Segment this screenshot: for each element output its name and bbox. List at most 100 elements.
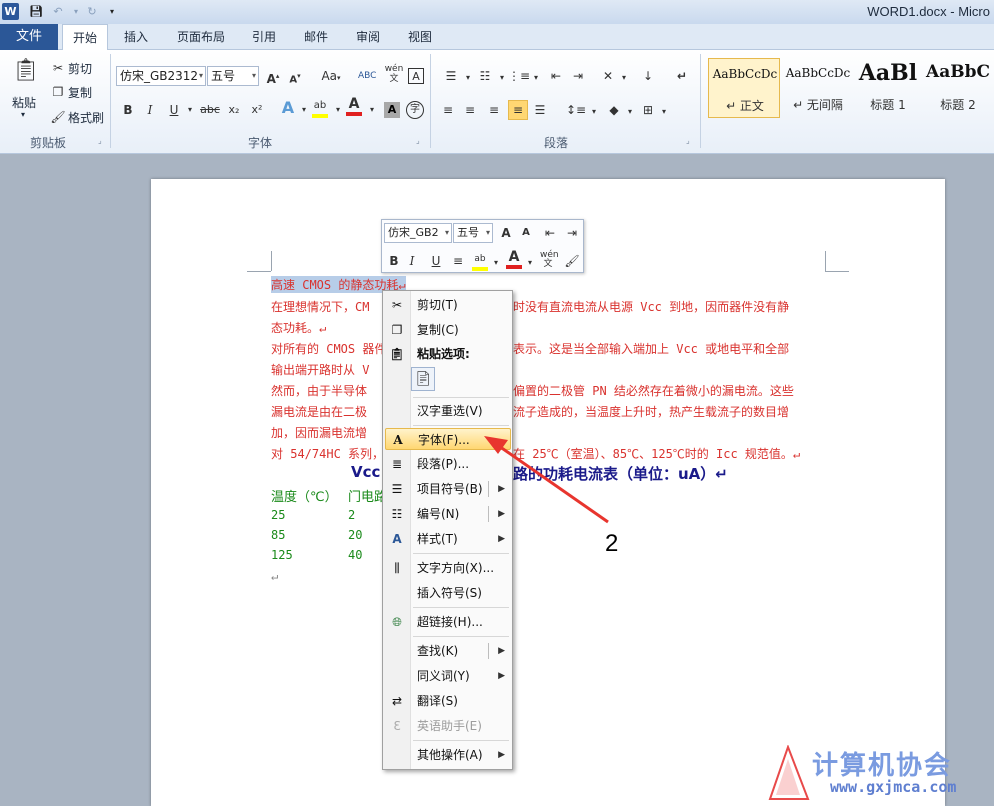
- doc-line[interactable]: 偏置的二极管 PN 结必然存在着微小的漏电流。这些: [513, 382, 794, 399]
- table-cell[interactable]: 25: [271, 508, 285, 522]
- tab-view[interactable]: 视图: [400, 24, 440, 50]
- font-size-combo[interactable]: 五号 ▾: [207, 66, 259, 86]
- mini-size-combo[interactable]: 五号 ▾: [453, 223, 493, 243]
- increase-indent-icon[interactable]: ⇥: [570, 68, 586, 84]
- menu-item-translate[interactable]: ⇄ 翻译(S): [385, 690, 511, 712]
- font-color-dropdown-icon[interactable]: ▾: [364, 102, 380, 118]
- cut-icon[interactable]: ✂: [50, 60, 66, 76]
- multilevel-list-icon[interactable]: ⋮≡: [508, 68, 530, 84]
- text-effects-icon[interactable]: A: [280, 100, 296, 116]
- doc-line[interactable]: 时没有直流电流从电源 Vcc 到地，因而器件没有静: [513, 298, 789, 315]
- format-painter-button[interactable]: 格式刷: [68, 109, 104, 126]
- undo-icon[interactable]: ↶: [50, 4, 66, 20]
- superscript-button[interactable]: x²: [249, 102, 265, 118]
- save-icon[interactable]: 💾︎: [28, 4, 44, 20]
- tab-page-layout[interactable]: 页面布局: [168, 24, 234, 50]
- paste-dropdown-icon[interactable]: ▾: [21, 110, 25, 119]
- highlight-dropdown-icon[interactable]: ▾: [330, 102, 346, 118]
- clipboard-launcher-icon[interactable]: ⌟: [98, 136, 102, 145]
- align-left-icon[interactable]: ≡: [440, 102, 456, 118]
- italic-button[interactable]: I: [142, 102, 158, 118]
- clear-formatting-icon[interactable]: ABC: [358, 68, 376, 84]
- menu-item-cut[interactable]: ✂ 剪切(T): [385, 294, 511, 316]
- style-no-spacing[interactable]: AaBbCcDc ↵ 无间隔: [782, 58, 854, 118]
- paste-icon[interactable]: 📋︎: [12, 56, 40, 86]
- menu-item-find[interactable]: 查找(K) ▶: [385, 640, 511, 662]
- tab-references[interactable]: 引用: [244, 24, 284, 50]
- style-normal[interactable]: AaBbCcDc ↵ 正文: [708, 58, 780, 118]
- table-cell[interactable]: 2: [348, 508, 355, 522]
- paste-button[interactable]: 粘贴: [12, 94, 36, 111]
- text-effects-dropdown-icon[interactable]: ▾: [296, 102, 312, 118]
- change-case-icon[interactable]: Aa▾: [318, 68, 344, 84]
- underline-dropdown-icon[interactable]: ▾: [182, 102, 198, 118]
- mini-italic-button[interactable]: I: [404, 253, 420, 269]
- style-heading-2[interactable]: AaBbC 标题 2: [922, 58, 994, 118]
- doc-line[interactable]: 表示。这是当全部输入端加上 Vcc 或地电平和全部: [513, 340, 789, 357]
- doc-line[interactable]: 然而，由于半导体: [271, 382, 367, 399]
- doc-line[interactable]: 流子造成的，当温度上升时，热产生载流子的数目增: [513, 403, 789, 420]
- mini-phonetic-icon[interactable]: wén 文: [540, 251, 559, 269]
- menu-item-copy[interactable]: ❐ 复制(C): [385, 319, 511, 341]
- character-shading-icon[interactable]: A: [384, 102, 400, 118]
- mini-decrease-indent-icon[interactable]: ⇤: [542, 225, 558, 241]
- shading-dropdown-icon[interactable]: ▾: [622, 104, 638, 120]
- justify-icon[interactable]: ≡: [508, 100, 528, 120]
- line-spacing-dropdown-icon[interactable]: ▾: [586, 104, 602, 120]
- subscript-button[interactable]: x₂: [226, 102, 242, 118]
- copy-button[interactable]: 复制: [68, 84, 92, 101]
- align-right-icon[interactable]: ≡: [486, 102, 502, 118]
- submenu-arrow-icon[interactable]: ▶: [498, 640, 505, 662]
- strikethrough-button[interactable]: abc: [198, 102, 222, 118]
- tab-review[interactable]: 审阅: [348, 24, 388, 50]
- tab-file[interactable]: 文件: [0, 24, 58, 50]
- tab-home[interactable]: 开始: [62, 24, 108, 51]
- font-size-dropdown-icon[interactable]: ▾: [252, 67, 256, 85]
- table-title-left[interactable]: Vcc: [351, 463, 380, 481]
- menu-item-styles[interactable]: A 样式(T) ▶: [385, 528, 511, 550]
- shrink-font-icon[interactable]: A▾: [287, 68, 303, 85]
- font-launcher-icon[interactable]: ⌟: [416, 136, 420, 145]
- doc-line[interactable]: 态功耗。↵: [271, 319, 326, 336]
- borders-icon[interactable]: ⊞: [640, 102, 656, 118]
- menu-item-hyperlink[interactable]: 🌐︎ 超链接(H)...: [385, 611, 511, 633]
- underline-button[interactable]: U: [166, 102, 182, 118]
- distributed-icon[interactable]: ☰: [532, 102, 548, 118]
- doc-line[interactable]: 输出端开路时从 V: [271, 361, 369, 378]
- customize-qat-icon[interactable]: ▾: [104, 4, 120, 20]
- redo-icon[interactable]: ↻: [84, 4, 100, 20]
- paragraph-launcher-icon[interactable]: ⌟: [686, 136, 690, 145]
- borders-dropdown-icon[interactable]: ▾: [656, 104, 672, 120]
- mini-highlight-icon[interactable]: ab: [472, 251, 488, 271]
- character-border-icon[interactable]: A: [408, 68, 424, 84]
- mini-shrink-font-icon[interactable]: A: [518, 225, 534, 241]
- mini-font-color-dropdown-icon[interactable]: ▾: [522, 255, 538, 271]
- tab-mailings[interactable]: 邮件: [296, 24, 336, 50]
- menu-item-insert-symbol[interactable]: 插入符号(S): [385, 582, 511, 604]
- bold-button[interactable]: B: [120, 102, 136, 118]
- font-color-icon[interactable]: A: [346, 96, 362, 116]
- mini-increase-indent-icon[interactable]: ⇥: [564, 225, 580, 241]
- chinese-layout-icon[interactable]: ✕: [600, 68, 616, 84]
- menu-item-other-actions[interactable]: 其他操作(A) ▶: [385, 744, 511, 766]
- menu-item-reconvert[interactable]: 汉字重选(V): [385, 400, 511, 422]
- line-spacing-icon[interactable]: ↕≡: [566, 102, 586, 118]
- format-painter-icon[interactable]: 🖌︎: [50, 109, 66, 125]
- copy-icon[interactable]: ❐: [50, 84, 66, 100]
- mini-font-combo[interactable]: 仿宋_GB2 ▾: [384, 223, 452, 243]
- table-cell[interactable]: 85: [271, 528, 285, 542]
- mini-font-dropdown-icon[interactable]: ▾: [445, 224, 449, 242]
- mini-underline-button[interactable]: U: [428, 253, 444, 269]
- mini-center-icon[interactable]: ≡: [450, 253, 466, 269]
- mini-font-color-icon[interactable]: A: [506, 249, 522, 269]
- doc-line[interactable]: 漏电流是由在二极: [271, 403, 367, 420]
- grow-font-icon[interactable]: A▴: [265, 68, 281, 86]
- menu-item-text-direction[interactable]: ⫼ 文字方向(X)...: [385, 557, 511, 579]
- enclose-characters-icon[interactable]: 字: [406, 101, 424, 119]
- show-hide-marks-icon[interactable]: ↵: [674, 68, 690, 84]
- font-family-combo[interactable]: 仿宋_GB2312 ▾: [116, 66, 206, 86]
- numbering-icon[interactable]: ☷: [474, 68, 496, 84]
- mini-highlight-dropdown-icon[interactable]: ▾: [488, 255, 504, 271]
- paste-keep-text-icon[interactable]: 📄︎: [411, 367, 435, 391]
- decrease-indent-icon[interactable]: ⇤: [548, 68, 564, 84]
